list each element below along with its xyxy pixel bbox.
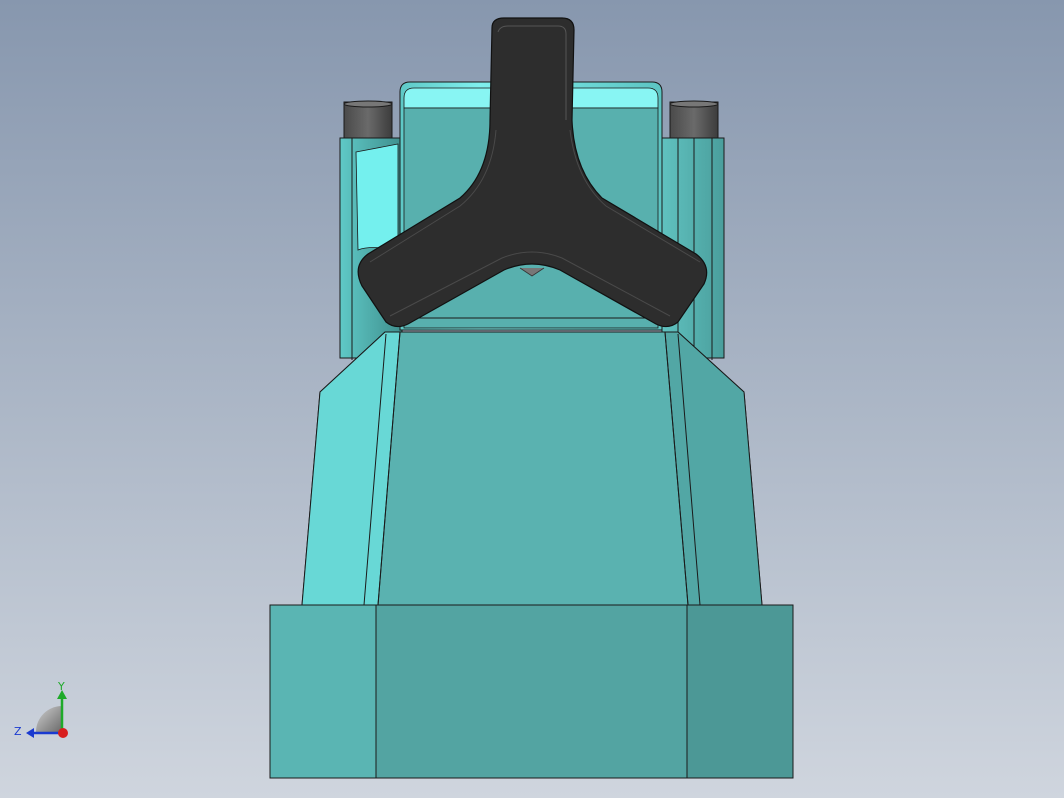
z-axis-label: Z (14, 725, 22, 738)
y-axis-label: Y (57, 680, 65, 693)
left-pin (343, 100, 393, 139)
model-canvas[interactable]: Y Z (0, 0, 1064, 798)
x-axis-dot-icon (58, 728, 68, 738)
right-pin (669, 100, 719, 139)
base-block (269, 604, 794, 779)
cad-3d-viewport[interactable]: Y Z (0, 0, 1064, 798)
3d-model[interactable] (269, 17, 794, 779)
main-body (301, 331, 763, 606)
